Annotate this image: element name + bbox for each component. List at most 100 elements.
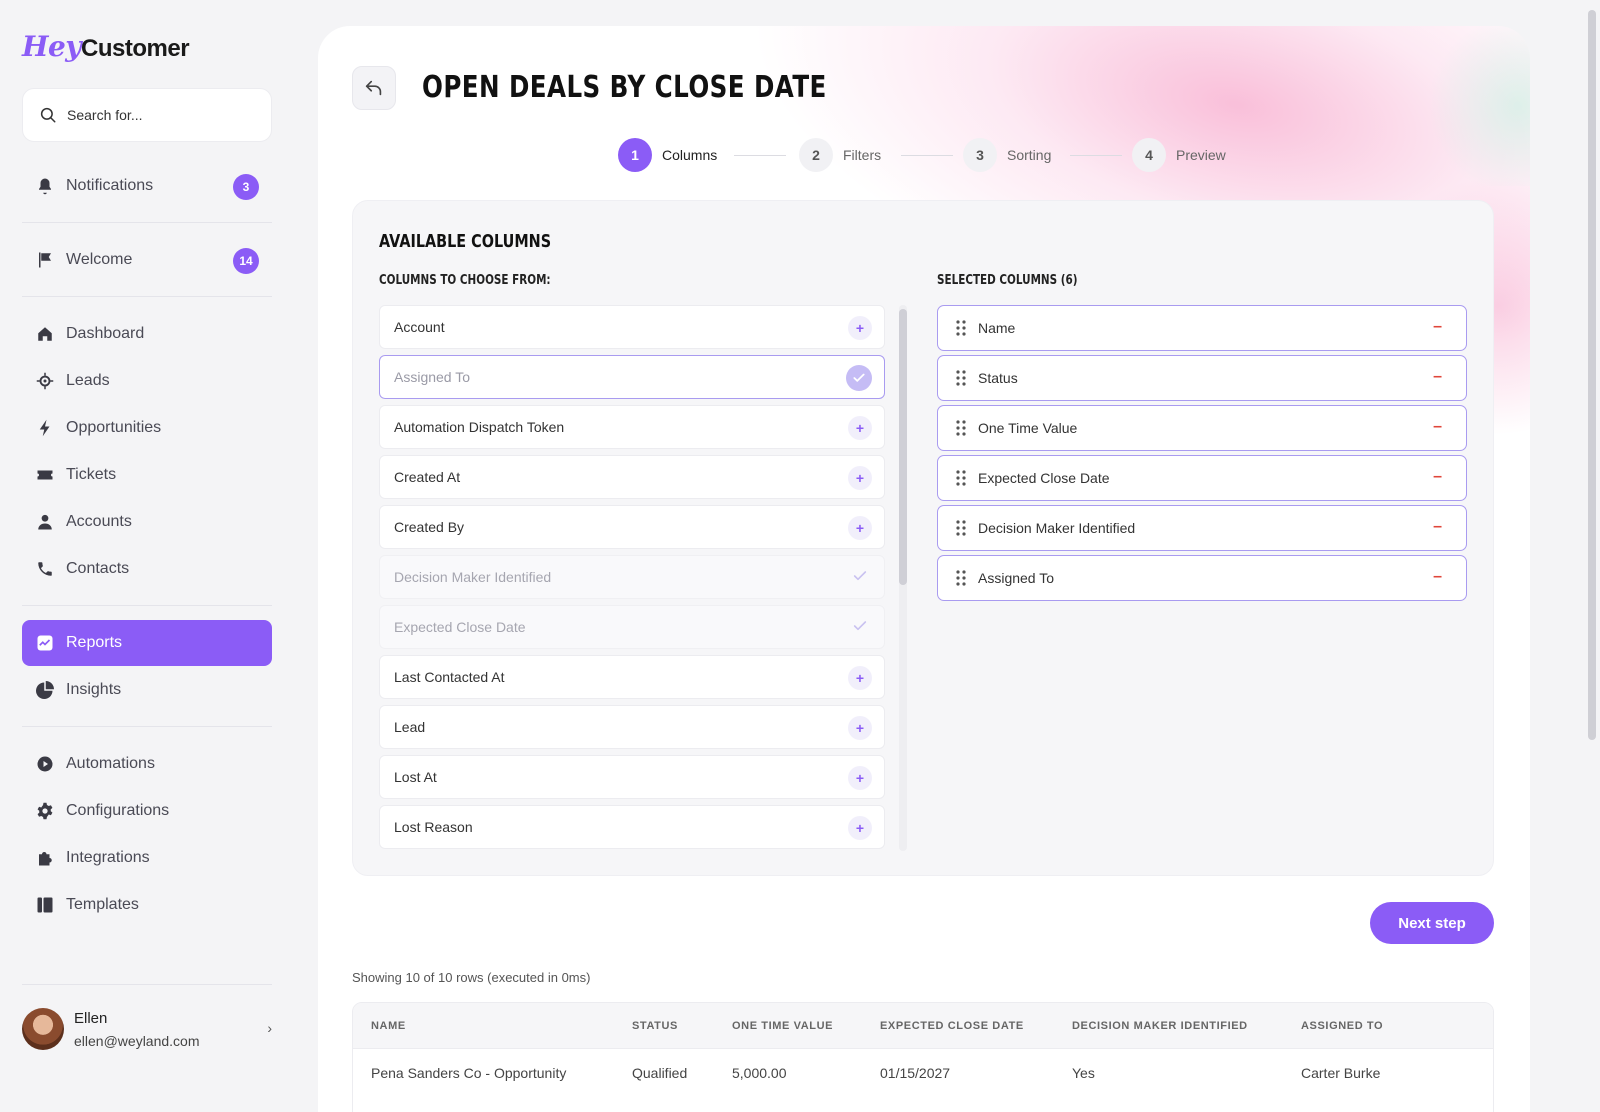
sidebar-item-leads[interactable]: Leads	[22, 358, 272, 404]
sidebar-item-label: Templates	[66, 896, 139, 913]
step-connector	[901, 155, 953, 156]
available-column-item[interactable]: Lost At +	[379, 755, 885, 799]
available-column-item[interactable]: Last Contacted At +	[379, 655, 885, 699]
check-icon[interactable]	[846, 365, 872, 391]
next-step-button[interactable]: Next step	[1370, 902, 1494, 944]
divider	[22, 984, 272, 985]
remove-icon[interactable]: –	[1433, 468, 1442, 486]
template-icon	[36, 896, 54, 914]
decorative-glow	[1418, 26, 1530, 186]
page-title: OPEN DEALS BY CLOSE DATE	[422, 70, 827, 105]
columns-panel: AVAILABLE COLUMNS COLUMNS TO CHOOSE FROM…	[352, 200, 1494, 876]
page-scrollbar[interactable]	[1588, 10, 1596, 740]
notifications-badge: 3	[233, 174, 259, 200]
selected-column-item[interactable]: Assigned To –	[937, 555, 1467, 601]
column-label: Last Contacted At	[394, 669, 505, 685]
plus-icon[interactable]: +	[848, 766, 872, 790]
phone-icon	[36, 560, 54, 578]
plus-icon[interactable]: +	[848, 816, 872, 840]
sidebar-item-accounts[interactable]: Accounts	[22, 499, 272, 545]
remove-icon[interactable]: –	[1433, 518, 1442, 536]
column-header[interactable]: STATUS	[632, 1020, 678, 1032]
sidebar-item-opportunities[interactable]: Opportunities	[22, 405, 272, 451]
step-connector	[1070, 155, 1122, 156]
drag-handle-icon[interactable]	[956, 570, 966, 589]
panel-title: AVAILABLE COLUMNS	[379, 231, 552, 252]
step-sorting[interactable]: 3 Sorting	[963, 138, 1051, 172]
available-column-item[interactable]: Account +	[379, 305, 885, 349]
search-input[interactable]	[67, 107, 257, 123]
sidebar-item-welcome[interactable]: Welcome 14	[22, 237, 272, 283]
table-row[interactable]: Pena Sanders Co - Opportunity Qualified …	[353, 1049, 1493, 1095]
app-logo[interactable]: Hey Customer	[22, 30, 190, 63]
drag-handle-icon[interactable]	[956, 370, 966, 389]
sidebar-item-notifications[interactable]: Notifications 3	[22, 163, 272, 209]
remove-icon[interactable]: –	[1433, 418, 1442, 436]
column-label: Lead	[394, 719, 426, 735]
drag-handle-icon[interactable]	[956, 420, 966, 439]
step-filters[interactable]: 2 Filters	[799, 138, 881, 172]
user-profile[interactable]: Ellen ellen@weyland.com ›	[22, 1004, 282, 1054]
selected-column-item[interactable]: One Time Value –	[937, 405, 1467, 451]
sidebar-item-configurations[interactable]: Configurations	[22, 788, 272, 834]
divider	[22, 726, 272, 727]
target-icon	[36, 372, 54, 390]
sidebar-item-dashboard[interactable]: Dashboard	[22, 311, 272, 357]
sidebar-item-integrations[interactable]: Integrations	[22, 835, 272, 881]
column-header[interactable]: ONE TIME VALUE	[732, 1020, 833, 1032]
scrollbar-thumb[interactable]	[899, 309, 907, 585]
available-column-item[interactable]: Automation Dispatch Token +	[379, 405, 885, 449]
plus-icon[interactable]: +	[848, 666, 872, 690]
sidebar-item-contacts[interactable]: Contacts	[22, 546, 272, 592]
chart-icon	[36, 634, 54, 652]
table-cell: Yes	[1072, 1065, 1095, 1081]
back-button[interactable]	[352, 66, 396, 110]
plus-icon[interactable]: +	[848, 466, 872, 490]
sidebar-item-templates[interactable]: Templates	[22, 882, 272, 928]
plus-icon[interactable]: +	[848, 416, 872, 440]
sidebar-item-automations[interactable]: Automations	[22, 741, 272, 787]
sidebar-item-label: Integrations	[66, 849, 150, 866]
selected-column-item[interactable]: Decision Maker Identified –	[937, 505, 1467, 551]
step-connector	[734, 155, 786, 156]
available-column-item[interactable]: Assigned To	[379, 355, 885, 399]
search-box[interactable]	[22, 88, 272, 142]
column-header[interactable]: EXPECTED CLOSE DATE	[880, 1020, 1024, 1032]
sidebar-item-label: Insights	[66, 681, 122, 698]
available-column-item[interactable]: Lead +	[379, 705, 885, 749]
plus-icon[interactable]: +	[848, 316, 872, 340]
remove-icon[interactable]: –	[1433, 318, 1442, 336]
plus-icon[interactable]: +	[848, 516, 872, 540]
available-column-item[interactable]: Created At +	[379, 455, 885, 499]
step-columns[interactable]: 1 Columns	[618, 138, 717, 172]
plus-icon[interactable]: +	[848, 716, 872, 740]
available-column-item[interactable]: Created By +	[379, 505, 885, 549]
remove-icon[interactable]: –	[1433, 568, 1442, 586]
selected-column-item[interactable]: Expected Close Date –	[937, 455, 1467, 501]
sidebar-item-label: Opportunities	[66, 419, 162, 436]
column-header[interactable]: DECISION MAKER IDENTIFIED	[1072, 1020, 1248, 1032]
available-column-item[interactable]: Lost Reason +	[379, 805, 885, 849]
sidebar-item-reports[interactable]: Reports	[22, 620, 272, 666]
drag-handle-icon[interactable]	[956, 520, 966, 539]
sidebar-item-insights[interactable]: Insights	[22, 667, 272, 713]
remove-icon[interactable]: –	[1433, 368, 1442, 386]
column-label: Name	[978, 320, 1016, 336]
selected-columns-heading: SELECTED COLUMNS (6)	[937, 273, 1078, 288]
sidebar-item-label: Dashboard	[66, 325, 145, 342]
sidebar-item-tickets[interactable]: Tickets	[22, 452, 272, 498]
welcome-badge: 14	[233, 248, 259, 274]
drag-handle-icon[interactable]	[956, 320, 966, 339]
chevron-right-icon[interactable]: ›	[267, 1020, 272, 1036]
table-cell: Pena Sanders Co - Opportunity	[371, 1065, 567, 1081]
column-header[interactable]: NAME	[371, 1020, 406, 1032]
column-header[interactable]: ASSIGNED TO	[1301, 1020, 1383, 1032]
drag-handle-icon[interactable]	[956, 470, 966, 489]
selected-column-item[interactable]: Status –	[937, 355, 1467, 401]
selected-column-item[interactable]: Name –	[937, 305, 1467, 351]
logo-customer: Customer	[81, 35, 190, 62]
available-column-item: Decision Maker Identified	[379, 555, 885, 599]
preview-table: NAME STATUS ONE TIME VALUE EXPECTED CLOS…	[352, 1002, 1494, 1112]
step-preview[interactable]: 4 Preview	[1132, 138, 1226, 172]
available-columns-list: Account + Assigned To Automation Dispatc…	[379, 305, 885, 851]
